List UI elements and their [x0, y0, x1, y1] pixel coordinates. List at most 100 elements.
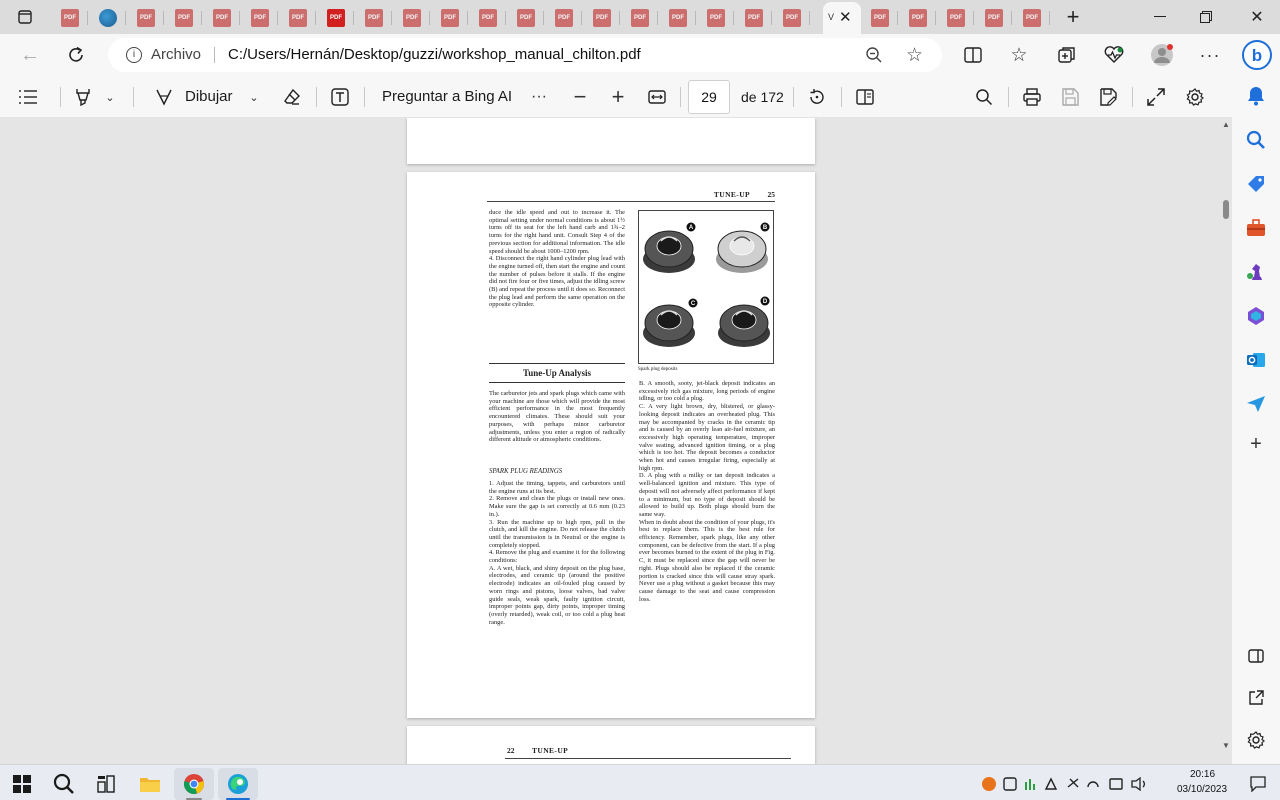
browser-tab[interactable]: PDF: [698, 4, 734, 32]
back-button[interactable]: ←: [16, 42, 44, 68]
collections-icon[interactable]: [1054, 42, 1080, 68]
print-icon[interactable]: [1020, 85, 1044, 109]
more-tools-icon[interactable]: ···: [527, 85, 551, 109]
pdf-file-icon: PDF: [593, 9, 611, 27]
browser-tab[interactable]: PDF: [660, 4, 696, 32]
favorites-icon[interactable]: ☆: [1006, 42, 1032, 68]
draw-icon[interactable]: [153, 85, 175, 109]
external-link-icon[interactable]: [1244, 686, 1268, 710]
tab-separator: [429, 11, 430, 25]
refresh-button[interactable]: [62, 42, 90, 68]
browser-tab[interactable]: [90, 4, 126, 32]
sidebar-settings-gear-icon[interactable]: [1244, 728, 1268, 752]
split-screen-icon[interactable]: [960, 42, 986, 68]
close-tab-icon[interactable]: ✕: [839, 8, 852, 26]
add-sidebar-app-icon[interactable]: +: [1244, 432, 1268, 456]
highlight-icon[interactable]: [72, 85, 94, 109]
taskbar-date[interactable]: 03/10/2023: [1177, 784, 1227, 795]
browser-tab[interactable]: PDF: [432, 4, 468, 32]
fullscreen-icon[interactable]: [1144, 85, 1168, 109]
contents-icon[interactable]: [16, 85, 40, 109]
next-page: 22 TUNE-UP: [407, 726, 815, 764]
browser-tab[interactable]: PDF: [900, 4, 936, 32]
tools-briefcase-icon[interactable]: [1244, 216, 1268, 240]
settings-gear-icon[interactable]: [1183, 85, 1207, 109]
send-arrow-icon[interactable]: [1244, 392, 1268, 416]
search-icon[interactable]: [972, 85, 996, 109]
taskbar-search-icon[interactable]: [44, 768, 84, 800]
profile-avatar[interactable]: [1149, 42, 1175, 68]
draw-label[interactable]: Dibujar: [185, 88, 233, 105]
page-number-input[interactable]: [688, 80, 730, 114]
browser-tab[interactable]: PDF: [166, 4, 202, 32]
task-view-icon[interactable]: [86, 768, 126, 800]
pdf-file-icon: PDF: [555, 9, 573, 27]
browser-tab[interactable]: PDF: [938, 4, 974, 32]
text-box-icon[interactable]: [328, 85, 352, 109]
games-chess-icon[interactable]: [1244, 260, 1268, 284]
tab-active[interactable]: V ✕: [823, 2, 861, 34]
address-bar[interactable]: i Archivo C:/Users/Hernán/Desktop/guzzi/…: [108, 38, 942, 72]
browser-tab[interactable]: PDF: [204, 4, 240, 32]
info-icon[interactable]: i: [126, 47, 142, 63]
browser-tab[interactable]: PDF: [584, 4, 620, 32]
scroll-down-arrow[interactable]: ▼: [1222, 741, 1230, 750]
browser-tab[interactable]: PDF: [242, 4, 278, 32]
favorite-star-icon[interactable]: ☆: [906, 44, 923, 67]
notification-center-icon[interactable]: [1238, 768, 1278, 800]
file-explorer-icon[interactable]: [130, 768, 170, 800]
page-view-icon[interactable]: [853, 85, 877, 109]
restore-button[interactable]: [1183, 0, 1229, 34]
browser-tab[interactable]: PDF: [280, 4, 316, 32]
browser-tab[interactable]: PDF: [774, 4, 810, 32]
page-header-row: TUNE-UP 25: [487, 190, 775, 202]
close-window-button[interactable]: ✕: [1234, 0, 1280, 34]
zoom-in-button[interactable]: +: [606, 84, 630, 109]
address-url[interactable]: C:/Users/Hernán/Desktop/guzzi/workshop_m…: [228, 46, 641, 63]
browser-tab[interactable]: PDF: [546, 4, 582, 32]
browser-tab[interactable]: PDF: [128, 4, 164, 32]
scroll-up-arrow[interactable]: ▲: [1222, 120, 1230, 129]
browser-tab[interactable]: PDF: [622, 4, 658, 32]
browser-essentials-icon[interactable]: [1101, 42, 1127, 68]
browser-tab[interactable]: PDF: [52, 4, 88, 32]
browser-tab[interactable]: PDF: [356, 4, 392, 32]
draw-dropdown-chevron-icon[interactable]: ⌄: [246, 88, 262, 106]
minimize-button[interactable]: [1137, 0, 1183, 34]
tab-separator: [277, 11, 278, 25]
hide-sidebar-icon[interactable]: [1244, 644, 1268, 668]
zoom-icon[interactable]: [865, 46, 883, 69]
outlook-icon[interactable]: [1244, 348, 1268, 372]
ask-bing-button[interactable]: Preguntar a Bing AI: [382, 88, 512, 105]
browser-tab[interactable]: PDF: [318, 4, 354, 32]
microsoft-365-icon[interactable]: [1244, 304, 1268, 328]
bing-copilot-icon[interactable]: b: [1240, 38, 1274, 72]
rotate-icon[interactable]: [805, 85, 829, 109]
browser-tab[interactable]: PDF: [976, 4, 1012, 32]
edge-icon[interactable]: [218, 768, 258, 800]
chrome-icon[interactable]: [174, 768, 214, 800]
start-windows-icon[interactable]: [2, 768, 42, 800]
fit-to-page-icon[interactable]: [645, 85, 669, 109]
browser-tab[interactable]: PDF: [736, 4, 772, 32]
eraser-icon[interactable]: [280, 85, 304, 109]
browser-tab[interactable]: PDF: [862, 4, 898, 32]
more-options-icon[interactable]: ···: [1197, 42, 1223, 68]
save-icon[interactable]: [1058, 85, 1082, 109]
tab-actions-icon[interactable]: [10, 6, 40, 28]
search-sidebar-icon[interactable]: [1244, 128, 1268, 152]
browser-tab[interactable]: PDF: [470, 4, 506, 32]
browser-tab[interactable]: PDF: [1014, 4, 1050, 32]
highlight-dropdown-chevron-icon[interactable]: ⌄: [102, 88, 118, 106]
browser-tab[interactable]: PDF: [508, 4, 544, 32]
browser-tab[interactable]: PDF: [394, 4, 430, 32]
new-tab-button[interactable]: +: [1061, 4, 1085, 30]
taskbar-time[interactable]: 20:16: [1190, 769, 1215, 780]
scroll-thumb[interactable]: [1223, 200, 1229, 219]
shopping-tag-icon[interactable]: [1244, 172, 1268, 196]
notification-bell-icon[interactable]: [1244, 84, 1268, 108]
vertical-scrollbar[interactable]: ▲ ▼: [1220, 118, 1232, 764]
pdf-viewer[interactable]: TUNE-UP 25 duce the idle speed and out t…: [0, 118, 1232, 764]
zoom-out-button[interactable]: −: [568, 84, 592, 109]
save-as-icon[interactable]: [1096, 85, 1120, 109]
